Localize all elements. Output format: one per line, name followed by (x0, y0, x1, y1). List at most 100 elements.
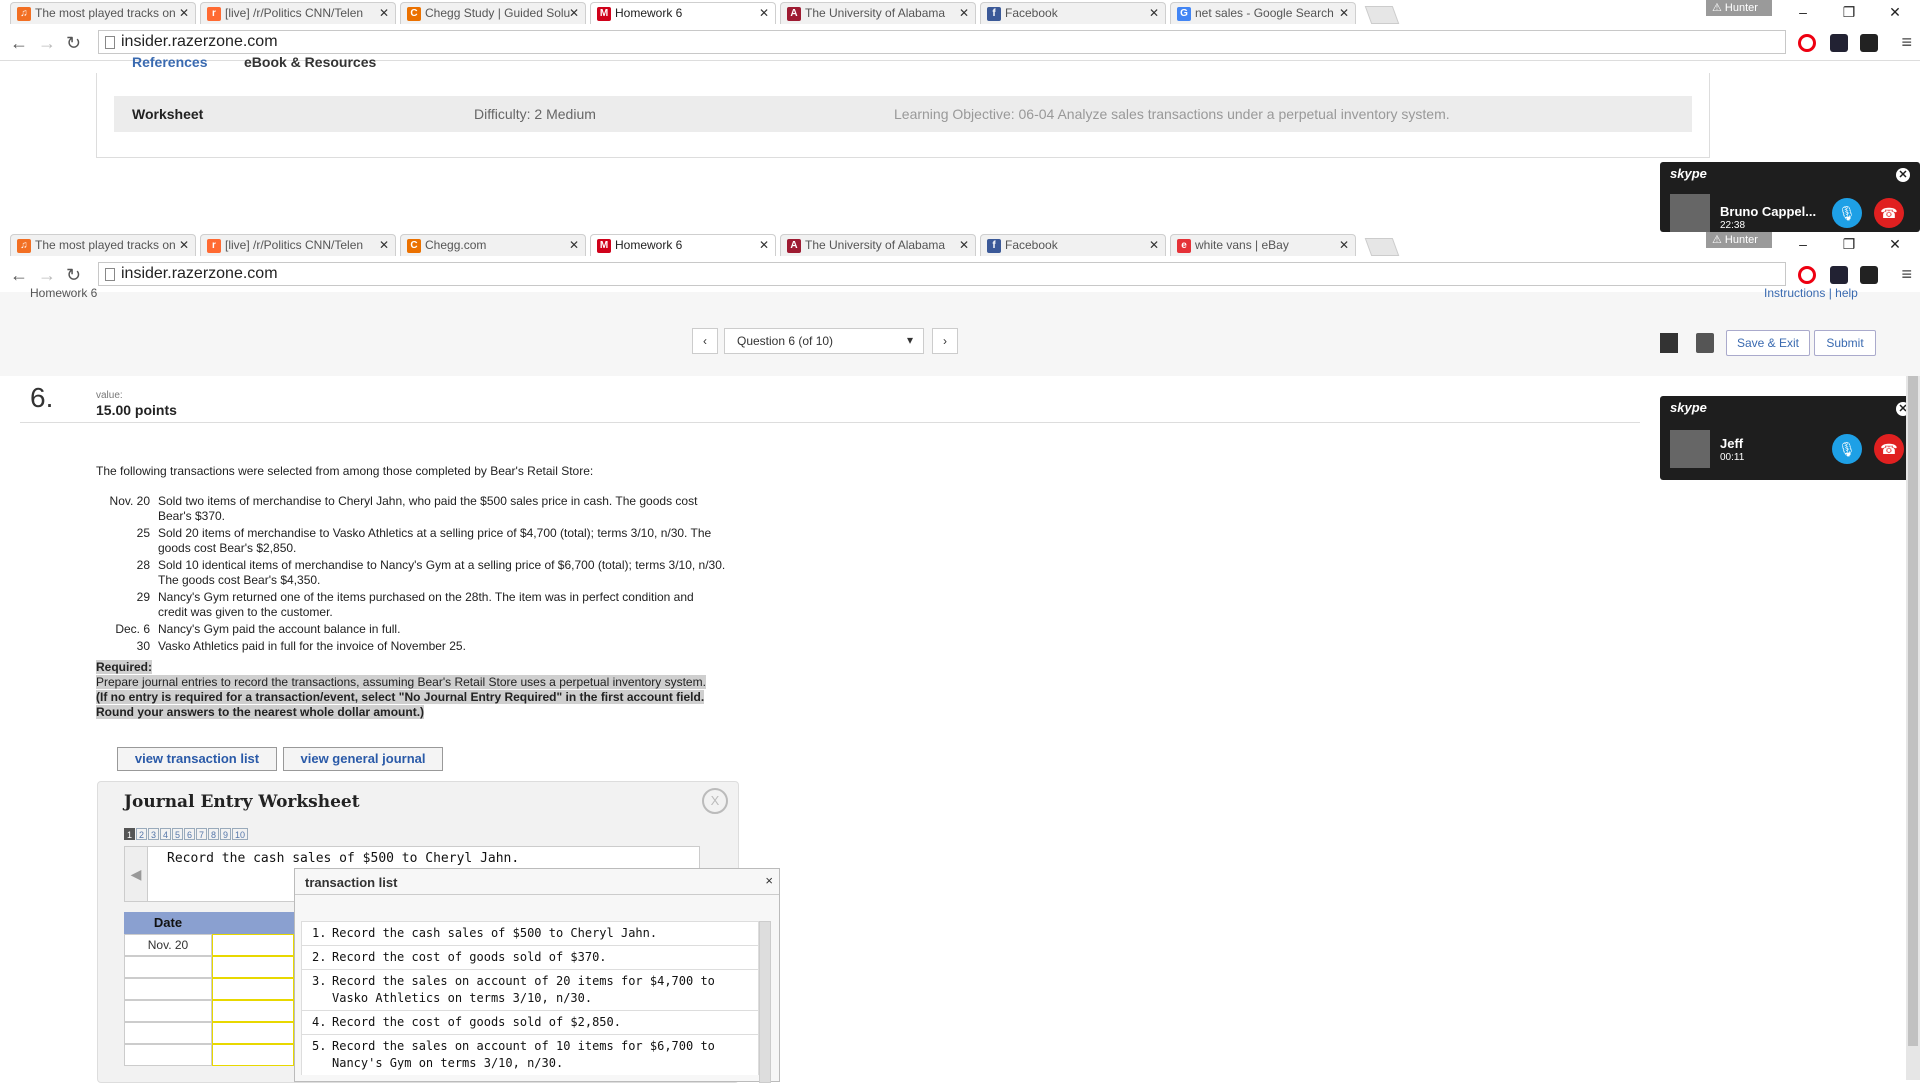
close-icon[interactable]: × (765, 873, 773, 888)
view-transaction-list-button[interactable]: view transaction list (117, 747, 277, 771)
question-select[interactable]: Question 6 (of 10) ▾ (724, 328, 924, 354)
tab-homework[interactable]: M Homework 6 ✕ (590, 234, 776, 256)
tab-soundcloud[interactable]: ♫ The most played tracks on ✕ (10, 2, 196, 24)
back-icon[interactable]: ← (10, 265, 28, 286)
profile-badge[interactable]: ⚠ Hunter (1706, 232, 1772, 248)
close-worksheet-button[interactable]: X (702, 788, 728, 814)
url-field[interactable]: insider.razerzone.com (98, 30, 1786, 54)
forward-icon[interactable]: → (38, 265, 56, 286)
back-icon[interactable]: ← (10, 33, 28, 54)
account-field[interactable] (212, 934, 294, 956)
list-item[interactable]: 5. Record the sales on account of 10 item… (301, 1034, 759, 1075)
prev-question-button[interactable]: ‹ (692, 328, 718, 354)
list-scrollbar[interactable] (759, 921, 771, 1083)
close-icon[interactable]: ✕ (1339, 238, 1349, 252)
list-item[interactable]: 1. Record the cash sales of $500 to Chery… (301, 921, 759, 945)
list-item[interactable]: 3. Record the sales on account of 20 item… (301, 969, 759, 1010)
new-tab-button[interactable] (1364, 238, 1400, 256)
tab-google[interactable]: Gnet sales - Google Search ✕ (1170, 2, 1356, 24)
skype-call-window[interactable]: skype ✕ Jeff 00:11 🎙 ☎ (1660, 396, 1920, 480)
new-tab-button[interactable] (1364, 6, 1400, 24)
close-icon[interactable]: ✕ (959, 6, 969, 20)
tab-soundcloud[interactable]: ♫ The most played tracks on ✕ (10, 234, 196, 256)
close-icon[interactable]: ✕ (759, 238, 769, 252)
close-icon[interactable]: ✕ (379, 238, 389, 252)
power-extension-icon[interactable] (1830, 266, 1848, 284)
close-icon[interactable]: ✕ (1896, 168, 1910, 182)
close-icon[interactable]: ✕ (379, 6, 389, 20)
profile-badge[interactable]: ⚠ Hunter (1706, 0, 1772, 16)
menu-icon[interactable]: ≡ (1901, 32, 1912, 53)
close-icon[interactable]: ✕ (959, 238, 969, 252)
page-link[interactable]: 9 (220, 828, 231, 840)
close-icon[interactable]: ✕ (1339, 6, 1349, 20)
mail-extension-icon[interactable] (1860, 266, 1878, 284)
close-icon[interactable]: ✕ (569, 238, 579, 252)
tab-facebook[interactable]: f Facebook ✕ (980, 234, 1166, 256)
close-icon[interactable]: ✕ (569, 6, 579, 20)
minimize-icon[interactable]: – (1788, 236, 1818, 252)
page-scrollbar[interactable] (1906, 376, 1920, 1080)
tab-ebay[interactable]: e white vans | eBay ✕ (1170, 234, 1356, 256)
view-general-journal-button[interactable]: view general journal (283, 747, 443, 771)
page-link[interactable]: 1 (124, 828, 135, 840)
print-icon[interactable] (1696, 333, 1714, 353)
book-icon[interactable] (1660, 333, 1678, 353)
page-link[interactable]: 2 (136, 828, 147, 840)
tab-reddit[interactable]: r [live] /r/Politics CNN/Telen ✕ (200, 234, 396, 256)
hang-up-icon[interactable]: ☎ (1874, 198, 1904, 228)
account-field[interactable] (212, 1022, 294, 1044)
page-link[interactable]: 4 (160, 828, 171, 840)
close-icon[interactable]: ✕ (1149, 6, 1159, 20)
account-field[interactable] (212, 1000, 294, 1022)
account-field[interactable] (212, 1044, 294, 1066)
hang-up-icon[interactable]: ☎ (1874, 434, 1904, 464)
tab-reddit[interactable]: r [live] /r/Politics CNN/Telen ✕ (200, 2, 396, 24)
prev-transaction-icon[interactable]: ◀ (125, 847, 148, 901)
tab-ebook-resources[interactable]: eBook & Resources (244, 54, 376, 70)
url-field[interactable]: insider.razerzone.com (98, 262, 1786, 286)
tab-alabama[interactable]: A The University of Alabama ✕ (780, 2, 976, 24)
forward-icon[interactable]: → (38, 33, 56, 54)
close-window-icon[interactable]: ✕ (1880, 4, 1910, 21)
opera-icon[interactable] (1798, 266, 1816, 284)
page-link[interactable]: 8 (208, 828, 219, 840)
close-icon[interactable]: ✕ (759, 6, 769, 20)
mail-extension-icon[interactable] (1860, 34, 1878, 52)
close-window-icon[interactable]: ✕ (1880, 236, 1910, 253)
tab-references[interactable]: References (132, 54, 208, 70)
page-link[interactable]: 10 (232, 828, 248, 840)
microphone-icon[interactable]: 🎙 (1832, 434, 1862, 464)
save-exit-button[interactable]: Save & Exit (1726, 330, 1810, 356)
close-icon[interactable]: ✕ (1149, 238, 1159, 252)
scrollbar-thumb[interactable] (1908, 376, 1918, 1046)
tab-chegg[interactable]: C Chegg Study | Guided Solu ✕ (400, 2, 586, 24)
tab-facebook[interactable]: f Facebook ✕ (980, 2, 1166, 24)
reload-icon[interactable]: ↻ (66, 33, 81, 54)
list-item[interactable]: 4. Record the cost of goods sold of $2,85… (301, 1010, 759, 1034)
account-field[interactable] (212, 978, 294, 1000)
submit-button[interactable]: Submit (1814, 330, 1876, 356)
tab-chegg[interactable]: C Chegg.com ✕ (400, 234, 586, 256)
tab-alabama[interactable]: A The University of Alabama ✕ (780, 234, 976, 256)
restore-icon[interactable]: ❐ (1834, 236, 1864, 253)
list-item[interactable]: 2. Record the cost of goods sold of $370. (301, 945, 759, 969)
opera-icon[interactable] (1798, 34, 1816, 52)
page-link[interactable]: 5 (172, 828, 183, 840)
close-icon[interactable]: ✕ (179, 6, 189, 20)
instructions-help-link[interactable]: Instructions | help (1764, 286, 1858, 300)
microphone-icon[interactable]: 🎙 (1832, 198, 1862, 228)
power-extension-icon[interactable] (1830, 34, 1848, 52)
menu-icon[interactable]: ≡ (1901, 264, 1912, 285)
restore-icon[interactable]: ❐ (1834, 4, 1864, 21)
skype-call-window[interactable]: skype ✕ Bruno Cappel... 22:38 🎙 ☎ (1660, 162, 1920, 232)
page-link[interactable]: 7 (196, 828, 207, 840)
page-link[interactable]: 6 (184, 828, 195, 840)
close-icon[interactable]: ✕ (179, 238, 189, 252)
tab-homework[interactable]: M Homework 6 ✕ (590, 2, 776, 24)
reload-icon[interactable]: ↻ (66, 265, 81, 286)
next-question-button[interactable]: › (932, 328, 958, 354)
account-field[interactable] (212, 956, 294, 978)
minimize-icon[interactable]: – (1788, 4, 1818, 20)
page-link[interactable]: 3 (148, 828, 159, 840)
